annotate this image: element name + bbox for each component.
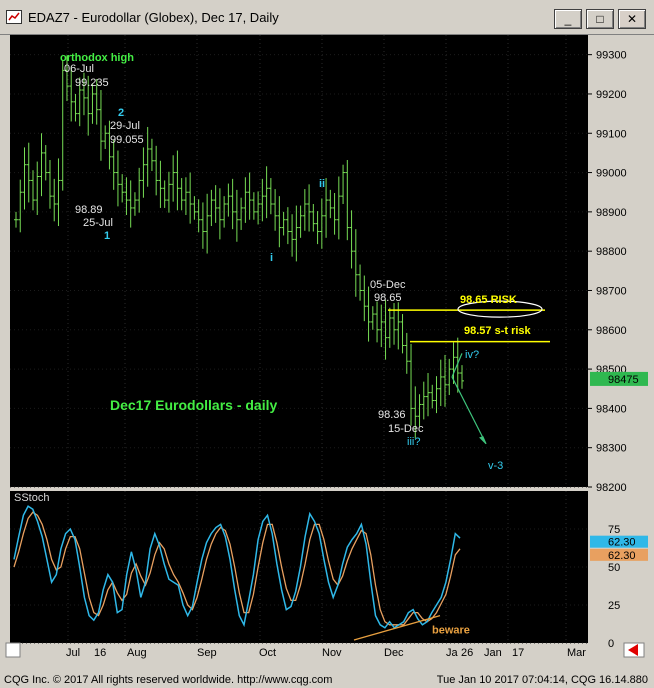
price-tick-label: 98400 bbox=[596, 403, 627, 415]
corner-box bbox=[5, 642, 21, 658]
time-axis-label: Oct bbox=[259, 647, 276, 659]
stoch-tick-label: 75 bbox=[608, 524, 620, 536]
annotation-label: 29-Jul bbox=[110, 120, 140, 132]
stoch-title: SStoch bbox=[14, 492, 49, 504]
price-tick-label: 99200 bbox=[596, 89, 627, 101]
annotation-label: iv? bbox=[465, 349, 479, 361]
price-tick-label: 98900 bbox=[596, 207, 627, 219]
status-footer: CQG Inc. © 2017 All rights reserved worl… bbox=[0, 673, 654, 688]
annotation-label: 2 bbox=[118, 107, 124, 119]
window-titlebar: EDAZ7 - Eurodollar (Globex), Dec 17, Dai… bbox=[0, 0, 654, 35]
time-axis-label: 16 bbox=[94, 647, 106, 659]
last-price-label: 98475 bbox=[608, 374, 639, 386]
annotation-label: 1 bbox=[104, 230, 110, 242]
price-tick-label: 98300 bbox=[596, 443, 627, 455]
annotation-label: 05-Dec bbox=[370, 279, 406, 291]
time-axis-label: Dec bbox=[384, 647, 404, 659]
annotation-label: 98.65 bbox=[374, 292, 402, 304]
stoch-tick-label: 25 bbox=[608, 600, 620, 612]
price-tick-label: 99300 bbox=[596, 50, 627, 62]
close-icon: ✕ bbox=[626, 12, 638, 26]
close-button[interactable]: ✕ bbox=[618, 9, 646, 29]
time-axis-label: Jan bbox=[484, 647, 502, 659]
time-axis-label: 17 bbox=[512, 647, 524, 659]
stoch-d-badge-label: 62.30 bbox=[608, 550, 636, 562]
annotation-label: 98.65 RISK bbox=[460, 294, 517, 306]
chart-app-icon bbox=[6, 10, 22, 24]
annotation-label: 06-Jul bbox=[64, 63, 94, 75]
timestamp-text: Tue Jan 10 2017 07:04:14, CQG 16.14.880 bbox=[436, 674, 648, 686]
annotation-label: 25-Jul bbox=[83, 217, 113, 229]
chart-canvas[interactable]: 99300 99200 99100 99000 98900 98800 98700 98600… bbox=[0, 35, 654, 673]
time-axis-label: Aug bbox=[127, 647, 147, 659]
chart-area: 99300 99200 99100 99000 98900 98800 98700 98600… bbox=[0, 35, 654, 673]
time-axis-label: Mar bbox=[567, 647, 586, 659]
copyright-text: CQG Inc. © 2017 All rights reserved worl… bbox=[4, 674, 333, 686]
annotation-label: 98.57 s-t risk bbox=[464, 325, 532, 337]
annotation-label: 99.235 bbox=[75, 77, 109, 89]
annotation-label: ii bbox=[319, 178, 325, 190]
beware-label: beware bbox=[432, 624, 470, 636]
annotation-label: 98.89 bbox=[75, 204, 103, 216]
minimize-button[interactable]: _ bbox=[554, 9, 582, 29]
time-axis-label: Nov bbox=[322, 647, 342, 659]
annotation-label: i bbox=[270, 252, 273, 264]
price-tick-label: 99100 bbox=[596, 128, 627, 140]
restore-button[interactable]: □ bbox=[586, 9, 614, 29]
time-axis-label: Sep bbox=[197, 647, 217, 659]
price-tick-label: 98700 bbox=[596, 285, 627, 297]
price-tick-label: 98200 bbox=[596, 482, 627, 494]
restore-icon: □ bbox=[596, 12, 604, 26]
annotation-label: v-3 bbox=[488, 460, 503, 472]
annotation-label: Dec17 Eurodollars - daily bbox=[110, 397, 277, 413]
window-title: EDAZ7 - Eurodollar (Globex), Dec 17, Dai… bbox=[28, 10, 279, 25]
annotation-label: iii? bbox=[407, 436, 420, 448]
left-gutter bbox=[0, 35, 10, 657]
annotation-label: 15-Dec bbox=[388, 423, 424, 435]
stoch-tick-label: 0 bbox=[608, 638, 614, 650]
stoch-tick-label: 50 bbox=[608, 562, 620, 574]
minimize-icon: _ bbox=[564, 12, 572, 26]
annotation-label: 98.36 bbox=[378, 409, 406, 421]
price-tick-label: 99000 bbox=[596, 168, 627, 180]
stoch-k-badge-label: 62.30 bbox=[608, 537, 636, 549]
time-axis-label: 26 bbox=[461, 647, 473, 659]
price-tick-label: 98600 bbox=[596, 325, 627, 337]
price-tick-label: 98800 bbox=[596, 246, 627, 258]
annotation-label: 99.055 bbox=[110, 134, 144, 146]
time-axis-label: Ja bbox=[446, 647, 459, 659]
time-axis-label: Jul bbox=[66, 647, 80, 659]
